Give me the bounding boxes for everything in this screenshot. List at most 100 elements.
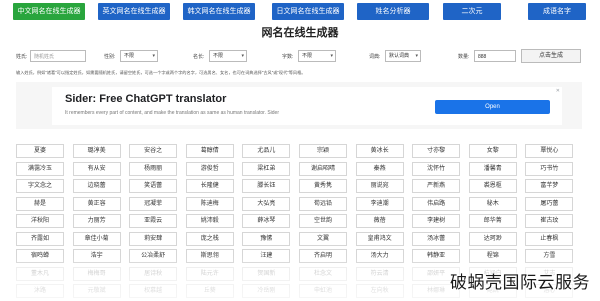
name-cell[interactable]: 崔古玟: [525, 214, 574, 228]
name-cell[interactable]: 元敬斌: [72, 284, 121, 298]
name-cell[interactable]: 李建树: [412, 214, 461, 228]
name-cell[interactable]: 洋秋阳: [16, 214, 64, 228]
name-cell[interactable]: 葛醇倩: [185, 144, 234, 158]
name-cell[interactable]: 陆元许: [185, 266, 234, 281]
name-cell[interactable]: 莉安肆: [129, 231, 178, 246]
name-cell[interactable]: 富芊梦: [525, 179, 574, 193]
nav-item-6[interactable]: 二次元: [443, 3, 501, 20]
name-cell[interactable]: 黄冰长: [355, 144, 404, 158]
name-cell[interactable]: 郎华菁: [468, 214, 517, 228]
surname-input[interactable]: 随机姓氏: [30, 50, 86, 62]
name-cell[interactable]: 裘恩枢: [468, 179, 517, 193]
name-cell[interactable]: 字文念之: [16, 179, 64, 193]
name-cell[interactable]: 齐启明: [299, 249, 347, 263]
name-cell[interactable]: 宿鸣蝉: [16, 249, 64, 263]
nav-item-4[interactable]: 日文网名在线生成器: [272, 3, 344, 20]
name-cell[interactable]: 齐露如: [16, 231, 64, 246]
name-cell[interactable]: 杜念文: [299, 266, 347, 281]
name-cell[interactable]: 沐路: [16, 284, 64, 298]
name-cell[interactable]: 满霭冷玉: [16, 161, 64, 176]
name-cell[interactable]: 边晓蕾: [72, 179, 121, 193]
gender-select[interactable]: 不限 ▾: [120, 50, 158, 62]
name-cell[interactable]: 沈怀竹: [412, 161, 461, 176]
name-cell[interactable]: 秘木: [468, 196, 517, 211]
name-cell[interactable]: 巧书竹: [525, 161, 574, 176]
name-cell[interactable]: 方雪: [525, 249, 574, 263]
name-cell[interactable]: 韩静亚: [412, 249, 461, 263]
name-cell[interactable]: 有从安: [72, 161, 121, 176]
name-cell[interactable]: 冠凝菲: [129, 196, 178, 211]
name-cell[interactable]: 姚沛毅: [185, 214, 234, 228]
name-cell[interactable]: 大弘亮: [242, 196, 291, 211]
name-cell[interactable]: 严新燕: [412, 179, 461, 193]
ad-card[interactable]: Sider: Free ChatGPT translator It rememb…: [52, 87, 562, 125]
name-cell[interactable]: 覃悦心: [525, 144, 574, 158]
name-cell[interactable]: 寸亦黎: [412, 144, 461, 158]
name-cell[interactable]: 程锦: [468, 249, 517, 263]
name-cell[interactable]: 游俊哲: [185, 161, 234, 176]
name-cell[interactable]: 杨雨丽: [129, 161, 178, 176]
name-cell[interactable]: 荀远铅: [299, 196, 347, 211]
name-cell[interactable]: 秦燕: [355, 161, 404, 176]
generate-button[interactable]: 点击生成: [521, 49, 581, 63]
name-cell[interactable]: 黄秀隽: [299, 179, 347, 193]
name-cell[interactable]: 璐淳美: [72, 144, 121, 158]
name-cell[interactable]: 权慕越: [129, 284, 178, 298]
name-cell[interactable]: 斯思翎: [185, 249, 234, 263]
name-cell[interactable]: 符云清: [355, 266, 404, 281]
name-cell[interactable]: 章佳小菊: [72, 231, 121, 246]
name-cell[interactable]: 滕长钰: [242, 179, 291, 193]
name-cell[interactable]: 薛冰琴: [242, 214, 291, 228]
name-cell[interactable]: 贺国新: [242, 266, 291, 281]
name-cell[interactable]: 潘馨青: [468, 161, 517, 176]
name-cell[interactable]: 丽说宛: [355, 179, 404, 193]
name-cell[interactable]: 申虹池: [299, 284, 347, 298]
name-cell[interactable]: 宗颖: [299, 144, 347, 158]
close-icon[interactable]: ✕: [556, 88, 560, 94]
name-cell[interactable]: 陈迪梅: [185, 196, 234, 211]
nav-item-7[interactable]: 成语名字: [528, 3, 586, 20]
name-cell[interactable]: 浩宇: [72, 249, 121, 263]
name-cell[interactable]: 黄正容: [72, 196, 121, 211]
name-cell[interactable]: 空世韵: [299, 214, 347, 228]
name-cell[interactable]: 李迪潮: [355, 196, 404, 211]
name-cell[interactable]: 冷岳刚: [242, 284, 291, 298]
name-cell[interactable]: 赫是: [16, 196, 64, 211]
quantity-input[interactable]: 888: [474, 50, 516, 62]
name-cell[interactable]: 尤品儿: [242, 144, 291, 158]
name-cell[interactable]: 汪建: [242, 249, 291, 263]
name-cell[interactable]: 汤冰蕾: [412, 231, 461, 246]
name-cell[interactable]: 力丽芳: [72, 214, 121, 228]
nav-item-5[interactable]: 姓名分析器: [357, 3, 429, 20]
name-cell[interactable]: 薇蓓: [355, 214, 404, 228]
name-cell[interactable]: 笑语蕾: [129, 179, 178, 193]
name-cell[interactable]: 汤大力: [355, 249, 404, 263]
name-cell[interactable]: 公冶柔舒: [129, 249, 178, 263]
wordcount-select[interactable]: 不限 ▾: [298, 50, 336, 62]
nav-item-1[interactable]: 中文网名在线生成器: [13, 3, 85, 20]
name-cell[interactable]: 豫愫: [242, 231, 291, 246]
name-cell[interactable]: 左向秋: [355, 284, 404, 298]
name-cell[interactable]: 梅梅哥: [72, 266, 121, 281]
name-cell[interactable]: 丘葵: [185, 284, 234, 298]
name-cell[interactable]: 居诗秋: [129, 266, 178, 281]
name-cell[interactable]: 长隆健: [185, 179, 234, 193]
name-cell[interactable]: 伟启路: [412, 196, 461, 211]
name-cell[interactable]: 谢启昭晴: [299, 161, 347, 176]
ad-open-button[interactable]: Open: [435, 100, 550, 114]
name-cell[interactable]: 董木凡: [16, 266, 64, 281]
dictionary-select[interactable]: 默认词典 ▾: [385, 50, 421, 62]
nav-item-2[interactable]: 英文网名在线生成器: [98, 3, 170, 20]
name-cell[interactable]: 安谷之: [129, 144, 178, 158]
name-cell[interactable]: 夏婆: [16, 144, 64, 158]
name-cell[interactable]: 达珂渺: [468, 231, 517, 246]
name-cell[interactable]: 屠巧蕾: [525, 196, 574, 211]
name-cell[interactable]: 文翼: [299, 231, 347, 246]
name-cell[interactable]: 亚霞云: [129, 214, 178, 228]
length-select[interactable]: 不限 ▾: [209, 50, 247, 62]
name-cell[interactable]: 皇甫鸿文: [355, 231, 404, 246]
name-cell[interactable]: 止春枫: [525, 231, 574, 246]
name-cell[interactable]: 女黎: [468, 144, 517, 158]
name-cell[interactable]: 梁杠弟: [242, 161, 291, 176]
name-cell[interactable]: 庞之栈: [185, 231, 234, 246]
